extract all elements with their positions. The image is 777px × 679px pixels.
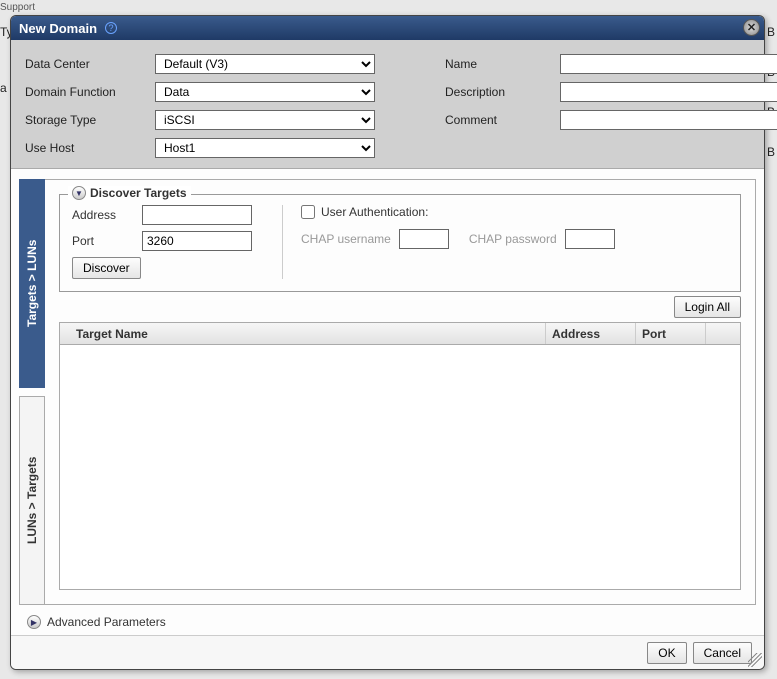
name-label: Name [445, 57, 560, 71]
storage-type-select[interactable]: iSCSI [155, 110, 375, 130]
address-input[interactable] [142, 205, 252, 225]
comment-label: Comment [445, 113, 560, 127]
resize-grip-icon[interactable] [748, 653, 762, 667]
login-all-button[interactable]: Login All [674, 296, 741, 318]
storage-content: ▼ Discover Targets Address Port Discover [45, 179, 756, 605]
data-center-label: Data Center [25, 57, 155, 71]
help-icon[interactable]: ? [105, 22, 117, 34]
advanced-parameters-label: Advanced Parameters [47, 615, 166, 629]
discover-targets-fieldset: ▼ Discover Targets Address Port Discover [59, 194, 741, 292]
storage-area: Targets > LUNs LUNs > Targets ▼ Discover… [19, 179, 756, 605]
user-auth-label: User Authentication: [321, 205, 428, 219]
targets-table-header: Target Name Address Port [60, 323, 740, 345]
bg-r1: B [767, 18, 775, 46]
dialog-titlebar[interactable]: New Domain ? ✕ [11, 16, 764, 40]
address-label: Address [72, 208, 142, 222]
bg-r4: B [767, 138, 775, 166]
name-input[interactable] [560, 54, 777, 74]
use-host-select[interactable]: Host1 [155, 138, 375, 158]
description-input[interactable] [560, 82, 777, 102]
col-action [706, 323, 740, 344]
tab-luns-targets[interactable]: LUNs > Targets [19, 396, 45, 605]
chap-pass-label: CHAP password [469, 232, 557, 246]
discover-button[interactable]: Discover [72, 257, 141, 279]
form-panel: Data Center Default (V3) Name Domain Fun… [11, 40, 764, 169]
dialog-title: New Domain [19, 21, 97, 36]
col-port[interactable]: Port [636, 323, 706, 344]
user-auth-checkbox[interactable] [301, 205, 315, 219]
storage-body: Targets > LUNs LUNs > Targets ▼ Discover… [11, 169, 764, 635]
chap-user-input [399, 229, 449, 249]
domain-function-label: Domain Function [25, 85, 155, 99]
tab-targets-luns[interactable]: Targets > LUNs [19, 179, 45, 388]
comment-input[interactable] [560, 110, 777, 130]
data-center-select[interactable]: Default (V3) [155, 54, 375, 74]
description-label: Description [445, 85, 560, 99]
port-label: Port [72, 234, 142, 248]
vertical-tabs: Targets > LUNs LUNs > Targets [19, 179, 45, 605]
chap-pass-input [565, 229, 615, 249]
login-all-row: Login All [59, 292, 741, 322]
discover-legend: ▼ Discover Targets [68, 186, 191, 200]
new-domain-dialog: New Domain ? ✕ Data Center Default (V3) … [10, 15, 765, 670]
use-host-label: Use Host [25, 141, 155, 155]
chap-user-label: CHAP username [301, 232, 391, 246]
dialog-footer: OK Cancel [11, 635, 764, 669]
ok-button[interactable]: OK [647, 642, 686, 664]
storage-type-label: Storage Type [25, 113, 155, 127]
auth-col: User Authentication: CHAP username CHAP … [282, 205, 728, 279]
domain-function-select[interactable]: Data [155, 82, 375, 102]
port-input[interactable] [142, 231, 252, 251]
cancel-button[interactable]: Cancel [693, 642, 752, 664]
discover-legend-text: Discover Targets [90, 186, 187, 200]
advanced-parameters-row[interactable]: ▶ Advanced Parameters [19, 605, 756, 635]
chevron-right-icon[interactable]: ▶ [27, 615, 41, 629]
close-icon[interactable]: ✕ [743, 19, 760, 36]
chevron-down-icon[interactable]: ▼ [72, 186, 86, 200]
targets-table: Target Name Address Port [59, 322, 741, 590]
bg-support-text: Support [0, 2, 35, 13]
targets-table-body [60, 345, 740, 589]
col-address[interactable]: Address [546, 323, 636, 344]
col-target-name[interactable]: Target Name [60, 323, 546, 344]
discover-left-col: Address Port Discover [72, 205, 262, 279]
